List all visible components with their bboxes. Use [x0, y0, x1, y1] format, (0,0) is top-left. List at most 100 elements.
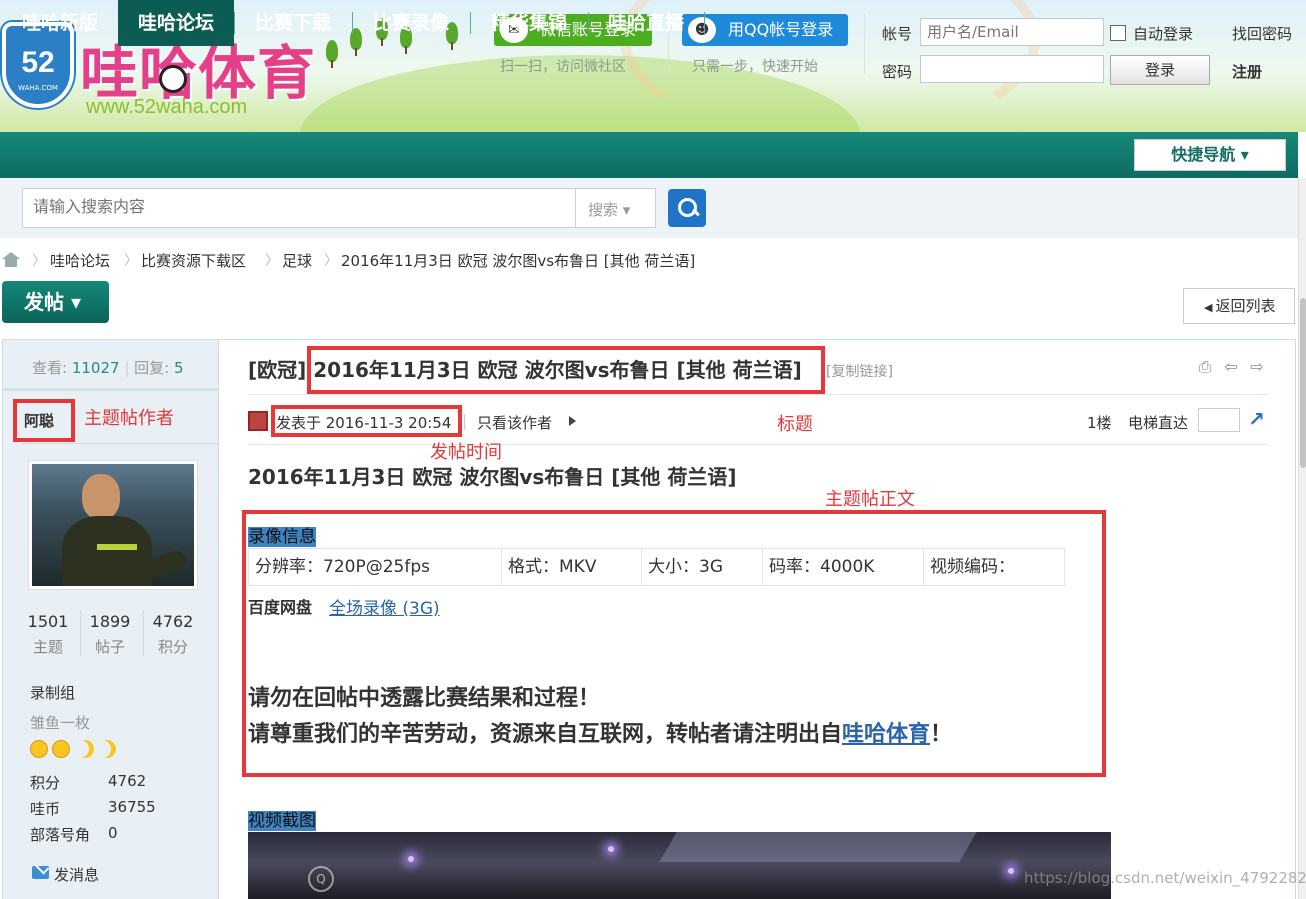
prev-thread-icon[interactable]: ⇦	[1222, 358, 1240, 376]
detail-coins-label: 哇币	[30, 800, 61, 818]
new-post-button[interactable]: 发帖 ▾	[2, 281, 109, 323]
stat-divider: |	[124, 359, 135, 377]
wechat-tip: 扫一扫，访问微社区	[500, 59, 626, 75]
breadcrumb-separator: 〉	[324, 253, 338, 269]
floor-jump-input[interactable]	[1198, 408, 1240, 432]
user-online-icon	[248, 411, 268, 431]
main-nav	[0, 132, 1298, 178]
password-input[interactable]	[920, 55, 1104, 83]
user-rank: 雏鱼一枚	[30, 714, 91, 732]
meta-divider: |	[462, 412, 468, 430]
send-message-link[interactable]: 发消息	[54, 864, 99, 885]
back-to-list-button[interactable]: ◀ 返回列表	[1183, 288, 1295, 324]
quick-nav-dropdown[interactable]: 快捷导航 ▾	[1134, 139, 1286, 171]
nav-divider	[704, 12, 705, 34]
annotation-author: 主题帖作者	[84, 408, 174, 429]
annotation-box-body	[242, 510, 1106, 777]
meta-divider-line	[248, 444, 1268, 445]
breadcrumb-football[interactable]: 足球	[282, 250, 312, 271]
football-icon	[159, 65, 187, 93]
caret-right-icon	[569, 416, 576, 426]
qq-login-label: 用QQ帐号登录	[728, 20, 834, 39]
login-button[interactable]: 登录	[1110, 55, 1210, 85]
account-label: 帐号	[882, 25, 913, 43]
password-label: 密码	[882, 63, 913, 81]
header-divider	[864, 14, 865, 74]
title-divider	[248, 394, 1268, 395]
posts-count[interactable]: 1899	[80, 612, 140, 631]
points-count[interactable]: 4762	[143, 612, 203, 631]
avatar-head	[82, 474, 120, 520]
nav-item-forum[interactable]: 哇哈论坛	[118, 0, 234, 46]
sidebar-divider	[3, 388, 219, 391]
breadcrumb-separator: 〉	[32, 253, 46, 269]
replies-count: 5	[174, 359, 184, 377]
find-password-link[interactable]: 找回密码	[1232, 23, 1292, 44]
page-scrollbar[interactable]	[1298, 178, 1306, 899]
views-count: 11027	[71, 359, 120, 377]
mail-icon[interactable]	[32, 866, 49, 879]
search-input[interactable]	[22, 188, 576, 228]
breadcrumb-current-thread[interactable]: 2016年11月3日 欧冠 波尔图vs布鲁日 [其他 荷兰语]	[341, 250, 695, 271]
back-to-list-label: 返回列表	[1215, 297, 1276, 315]
detail-horn-label: 部落号角	[30, 826, 91, 844]
annotation-title: 标题	[777, 414, 813, 435]
search-type-select[interactable]: 搜索 ▾	[576, 188, 656, 228]
elevator-label: 电梯直达	[1128, 414, 1189, 432]
breadcrumb-separator: 〉	[265, 253, 279, 269]
post-heading: 2016年11月3日 欧冠 波尔图vs布鲁日 [其他 荷兰语]	[248, 465, 737, 489]
print-icon[interactable]: ⎙	[1196, 358, 1214, 376]
avatar[interactable]	[28, 460, 198, 590]
floor-number: 1楼	[1087, 414, 1112, 432]
account-input[interactable]	[920, 18, 1104, 46]
stadium-light	[608, 846, 614, 852]
user-group[interactable]: 录制组	[30, 682, 75, 703]
screenshot-label: 视频截图	[248, 806, 316, 831]
posts-label: 帖子	[94, 638, 125, 656]
annotation-body: 主题帖正文	[825, 489, 915, 510]
detail-coins-value: 36755	[108, 798, 156, 816]
auto-login-checkbox[interactable]	[1110, 25, 1126, 41]
avatar-image	[32, 464, 194, 586]
next-thread-icon[interactable]: ⇨	[1248, 358, 1266, 376]
detail-points-label: 积分	[30, 774, 61, 792]
nav-item-highlights[interactable]: 精华集锦	[470, 0, 588, 46]
annotation-post-time: 发帖时间	[430, 442, 502, 463]
detail-horn-value: 0	[108, 824, 118, 842]
detail-points-value: 4762	[108, 772, 147, 790]
points-label: 积分	[157, 638, 188, 656]
back-arrow-icon: ◀	[1204, 301, 1213, 314]
home-icon[interactable]	[2, 252, 20, 267]
screenshot-label-text: 视频截图	[248, 811, 316, 831]
stadium-light	[1008, 868, 1014, 874]
rank-smiley-icon	[52, 740, 70, 758]
watermark: https://blog.csdn.net/weixin_47922824	[1024, 869, 1306, 887]
breadcrumb-download-area[interactable]: 比赛资源下载区	[141, 250, 246, 271]
nav-item-match-replay[interactable]: 比赛录像	[352, 0, 470, 46]
replies-label: 回复:	[134, 359, 170, 377]
qq-login-button[interactable]: ☻ 用QQ帐号登录	[682, 14, 848, 46]
only-author-link[interactable]: 只看该作者	[477, 412, 552, 433]
search-icon[interactable]	[668, 189, 706, 227]
thread-category[interactable]: [欧冠]	[248, 358, 306, 382]
video-screenshot[interactable]: Q	[248, 832, 1111, 899]
sidebar-dashed-divider	[22, 443, 218, 444]
logo-badge-number: 52	[21, 46, 55, 79]
stadium-light	[408, 856, 414, 862]
rank-moon-icon	[98, 740, 116, 758]
threads-count[interactable]: 1501	[18, 612, 78, 631]
scrollbar-thumb[interactable]	[1300, 298, 1306, 468]
nav-item-new-version[interactable]: 哇哈新版	[8, 0, 112, 46]
nav-item-live[interactable]: 哇哈直播	[588, 0, 704, 46]
avatar-shirt-stripe	[97, 544, 137, 550]
register-link[interactable]: 注册	[1232, 61, 1262, 82]
views-stat: 查看: 11027 | 回复: 5	[32, 357, 184, 378]
rank-smiley-icon	[30, 740, 48, 758]
avatar-body	[62, 516, 152, 586]
copy-link[interactable]: [复制链接]	[826, 361, 893, 381]
jump-icon[interactable]: ↗	[1248, 408, 1270, 430]
breadcrumb-separator: 〉	[124, 253, 138, 269]
nav-item-match-download[interactable]: 比赛下载	[234, 0, 352, 46]
annotation-box-author	[13, 399, 75, 442]
breadcrumb-forum[interactable]: 哇哈论坛	[50, 250, 110, 271]
